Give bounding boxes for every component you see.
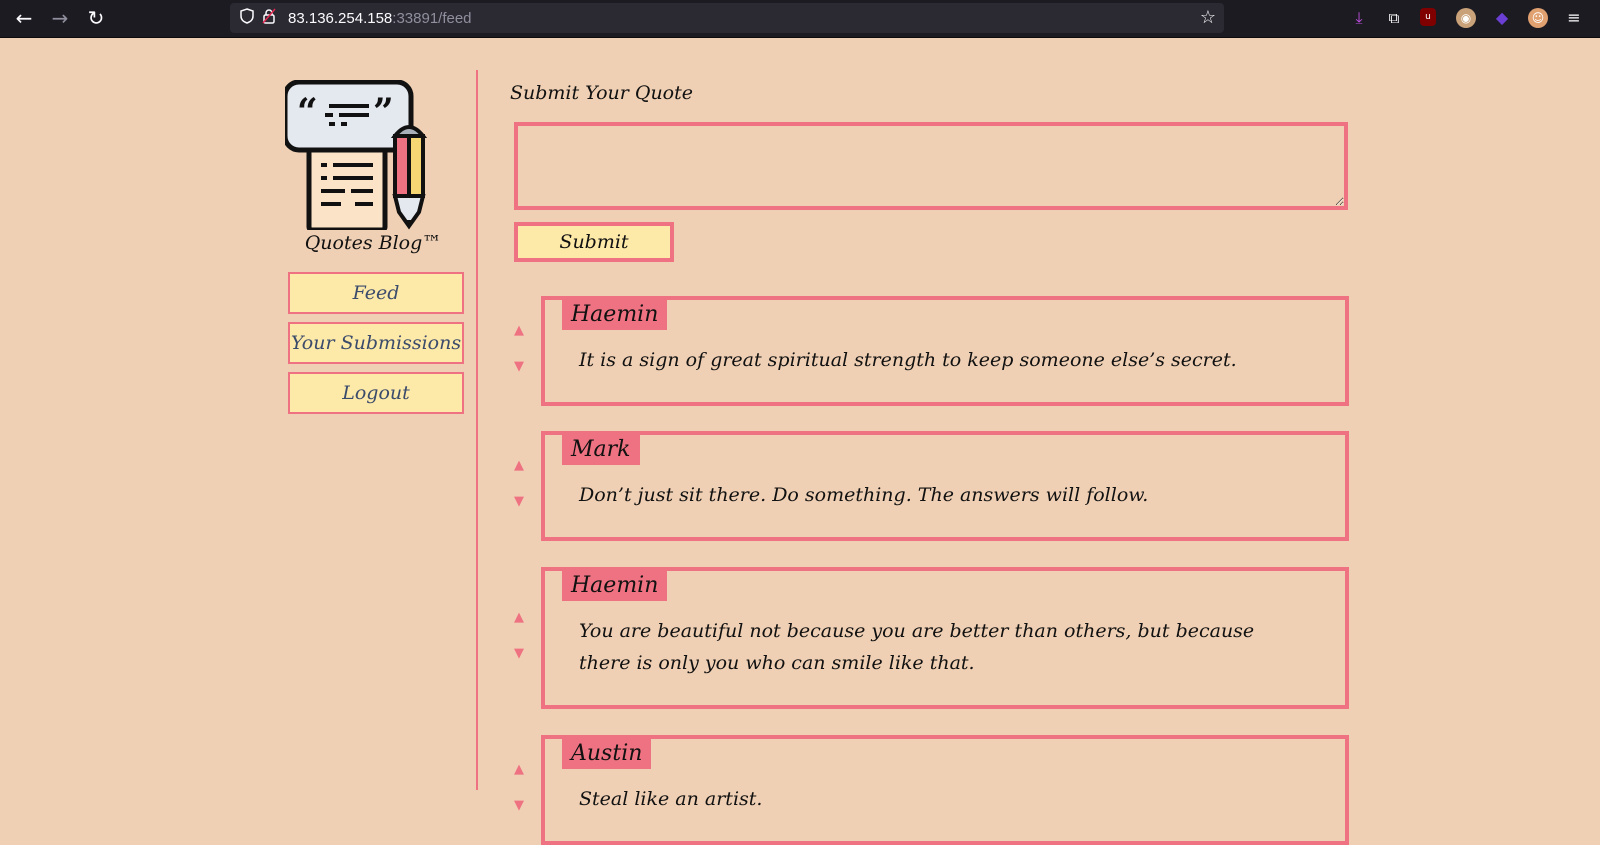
nav-logout-button[interactable]: Logout	[288, 372, 464, 414]
shield-icon[interactable]	[238, 8, 256, 28]
profile-icon[interactable]: ☺	[1528, 8, 1548, 28]
menu-icon[interactable]: ≡	[1564, 8, 1584, 28]
nav-feed-button[interactable]: Feed	[288, 272, 464, 314]
quote-post: ▲ ▼ Mark Don’t just sit there. Do someth…	[508, 431, 1349, 541]
upvote-icon[interactable]: ▲	[512, 611, 526, 625]
reload-icon[interactable]: ↻	[84, 6, 108, 30]
quote-card: Mark Don’t just sit there. Do something.…	[541, 431, 1349, 541]
svg-text:“: “	[297, 91, 318, 133]
dark-extension-icon[interactable]: ◆	[1492, 8, 1512, 28]
brand-name: Quotes Blog™	[304, 232, 442, 254]
quote-post: ▲ ▼ Haemin It is a sign of great spiritu…	[508, 296, 1349, 406]
quote-author: Haemin	[562, 571, 668, 601]
star-icon[interactable]: ☆	[1200, 7, 1216, 28]
submit-button[interactable]: Submit	[514, 222, 674, 262]
quote-card: Haemin You are beautiful not because you…	[541, 567, 1349, 709]
quote-textarea[interactable]	[514, 122, 1348, 210]
forward-arrow-icon[interactable]: →	[48, 6, 72, 30]
quote-author: Austin	[562, 739, 652, 769]
quote-text: Don’t just sit there. Do something. The …	[579, 484, 1149, 506]
address-bar[interactable]: 83.136.254.158:33891/feed ☆	[230, 3, 1224, 33]
upvote-icon[interactable]: ▲	[512, 459, 526, 473]
url-text: 83.136.254.158:33891/feed	[288, 10, 472, 27]
quote-author: Mark	[562, 435, 640, 465]
quote-card: Haemin It is a sign of great spiritual s…	[541, 296, 1349, 406]
extensions-icon[interactable]: ⧉	[1384, 8, 1404, 28]
quote-text: Steal like an artist.	[579, 788, 763, 810]
quote-author: Haemin	[562, 300, 668, 330]
url-host: 83.136.254.158	[288, 9, 393, 27]
upvote-icon[interactable]: ▲	[512, 763, 526, 777]
url-path: :33891/feed	[392, 9, 472, 27]
quote-text: It is a sign of great spiritual strength…	[579, 349, 1237, 371]
svg-text:”: ”	[373, 91, 394, 133]
quote-card: Austin Steal like an artist.	[541, 735, 1349, 845]
back-arrow-icon[interactable]: ←	[12, 6, 36, 30]
quotes-blog-logo-icon: “ ”	[285, 80, 428, 230]
ublock-icon[interactable]: u	[1420, 8, 1436, 26]
nav-your-submissions-button[interactable]: Your Submissions	[288, 322, 464, 364]
download-icon[interactable]: ⤓	[1349, 8, 1369, 28]
downvote-icon[interactable]: ▼	[512, 495, 526, 509]
quote-text: You are beautiful not because you are be…	[579, 620, 1255, 674]
vertical-divider	[476, 70, 478, 790]
privacy-badger-icon[interactable]: ◉	[1456, 8, 1476, 28]
lock-icon[interactable]	[260, 8, 278, 28]
quote-post: ▲ ▼ Haemin You are beautiful not because…	[508, 567, 1349, 709]
downvote-icon[interactable]: ▼	[512, 799, 526, 813]
upvote-icon[interactable]: ▲	[512, 324, 526, 338]
downvote-icon[interactable]: ▼	[512, 360, 526, 374]
submit-quote-title: Submit Your Quote	[510, 82, 694, 104]
downvote-icon[interactable]: ▼	[512, 647, 526, 661]
quote-post: ▲ ▼ Austin Steal like an artist.	[508, 735, 1349, 845]
browser-toolbar: ← → ↻ 83.136.254.158:33891/feed ☆ ⤓ ⧉ u …	[0, 0, 1600, 38]
